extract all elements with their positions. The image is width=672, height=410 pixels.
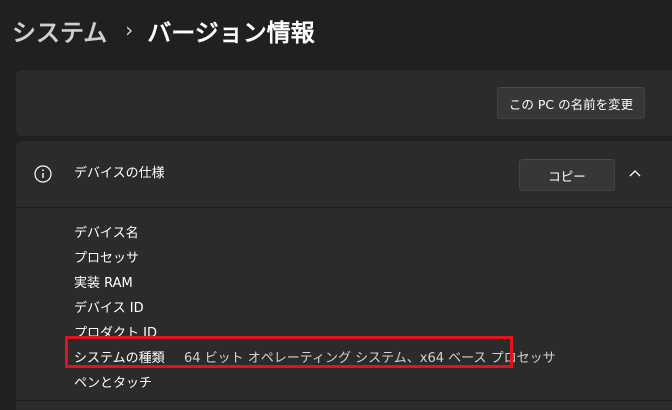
spec-row-device-id: デバイス ID [74, 294, 634, 319]
divider [16, 400, 672, 401]
breadcrumb: システム › バージョン情報 [12, 12, 315, 48]
spec-label: デバイス名 [74, 226, 139, 241]
page-title: バージョン情報 [147, 18, 315, 47]
breadcrumb-separator-icon: › [125, 18, 134, 42]
spec-label: 実装 RAM [74, 276, 133, 291]
rename-pc-button[interactable]: この PC の名前を変更 [497, 87, 645, 119]
spec-row-device-name: デバイス名 [74, 219, 634, 244]
spec-row-processor: プロセッサ [74, 244, 634, 269]
info-icon [34, 165, 52, 183]
device-spec-title: デバイスの仕様 [74, 166, 165, 181]
chevron-up-icon[interactable] [628, 165, 642, 183]
spec-row-installed-ram: 実装 RAM [74, 269, 634, 294]
device-spec-header[interactable]: デバイスの仕様 コピー [16, 141, 672, 208]
highlight-box [65, 336, 513, 368]
spec-label: ペンとタッチ [74, 376, 153, 391]
spec-label: デバイス ID [74, 301, 144, 316]
rename-pc-card: この PC の名前を変更 [16, 70, 672, 136]
copy-button[interactable]: コピー [519, 159, 615, 191]
breadcrumb-parent-system[interactable]: システム [12, 13, 107, 48]
device-spec-card: デバイスの仕様 コピー デバイス名 プロセッサ 実装 RAM デバイス ID プ… [16, 141, 672, 410]
settings-page: システム › バージョン情報 この PC の名前を変更 デバイスの仕様 コピー … [0, 0, 672, 410]
spec-row-pen-touch: ペンとタッチ [74, 369, 634, 394]
spec-label: プロセッサ [74, 251, 140, 266]
